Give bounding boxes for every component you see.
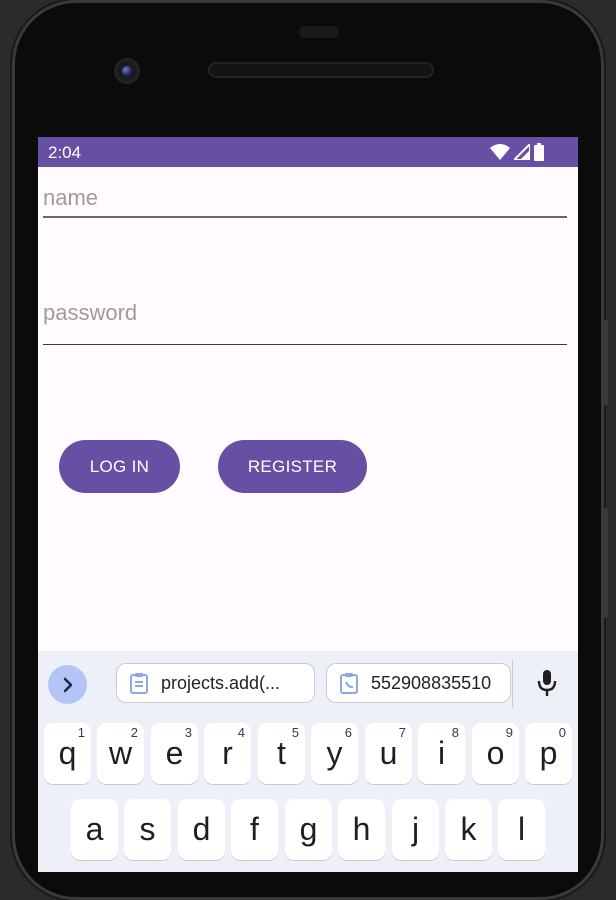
key-g[interactable]: g bbox=[285, 799, 332, 860]
voice-input-button[interactable] bbox=[535, 669, 559, 702]
name-field[interactable] bbox=[43, 185, 567, 218]
key-q-label: q bbox=[58, 735, 77, 771]
key-s-label: s bbox=[139, 811, 156, 847]
key-h-label: h bbox=[352, 811, 371, 847]
key-j[interactable]: j bbox=[392, 799, 439, 860]
speaker-grille bbox=[208, 62, 434, 78]
status-time: 2:04 bbox=[48, 143, 82, 162]
key-d-label: d bbox=[192, 811, 211, 847]
key-o-label: o bbox=[486, 735, 505, 771]
clipboard-chip-1[interactable]: projects.add(... bbox=[116, 663, 315, 703]
login-button[interactable]: LOG IN bbox=[59, 440, 180, 493]
status-icons bbox=[490, 143, 544, 161]
key-a-label: a bbox=[85, 811, 104, 847]
login-button-label: LOG IN bbox=[89, 456, 150, 476]
key-w[interactable]: w2 bbox=[97, 723, 144, 784]
key-w-hint: 2 bbox=[130, 725, 138, 740]
key-s[interactable]: s bbox=[124, 799, 171, 860]
key-f-label: f bbox=[250, 811, 259, 847]
register-button-label: REGISTER bbox=[247, 456, 338, 476]
key-i[interactable]: i8 bbox=[418, 723, 465, 784]
key-q[interactable]: q1 bbox=[44, 723, 91, 784]
keyboard-suggestion-bar: projects.add(... 552908835510 bbox=[38, 651, 578, 715]
key-f[interactable]: f bbox=[231, 799, 278, 860]
clipboard-chip-1-text: projects.add(... bbox=[161, 672, 281, 693]
name-input[interactable] bbox=[43, 185, 567, 211]
key-p[interactable]: p0 bbox=[525, 723, 572, 784]
key-k-label: k bbox=[460, 811, 477, 847]
key-h[interactable]: h bbox=[338, 799, 385, 860]
mic-icon bbox=[537, 670, 557, 696]
key-q-hint: 1 bbox=[77, 725, 85, 740]
wifi-icon bbox=[490, 144, 510, 160]
cell-signal-icon bbox=[514, 144, 530, 160]
key-t-hint: 5 bbox=[291, 725, 299, 740]
key-a[interactable]: a bbox=[71, 799, 118, 860]
clipboard-chip-2[interactable]: 552908835510 bbox=[326, 663, 511, 703]
key-y-label: y bbox=[326, 735, 343, 771]
clipboard-paste-icon bbox=[340, 673, 358, 694]
key-e-label: e bbox=[165, 735, 184, 771]
key-w-label: w bbox=[108, 735, 133, 771]
key-e[interactable]: e3 bbox=[151, 723, 198, 784]
register-button[interactable]: REGISTER bbox=[218, 440, 367, 493]
keyboard-expand-button[interactable] bbox=[48, 665, 87, 704]
key-j-label: j bbox=[411, 811, 420, 847]
key-o[interactable]: o9 bbox=[472, 723, 519, 784]
key-i-hint: 8 bbox=[451, 725, 459, 740]
key-d[interactable]: d bbox=[178, 799, 225, 860]
password-field[interactable] bbox=[43, 300, 567, 345]
key-p-label: p bbox=[539, 735, 558, 771]
key-i-label: i bbox=[437, 735, 446, 771]
earpiece-slit bbox=[299, 26, 339, 38]
power-button bbox=[602, 508, 608, 618]
key-r-label: r bbox=[222, 735, 233, 771]
soft-keyboard: projects.add(... 552908835510 q 1 w 2 e … bbox=[38, 651, 578, 872]
key-r[interactable]: r4 bbox=[204, 723, 251, 784]
password-underline bbox=[43, 344, 567, 345]
app-screen: 2:04 LOG IN REGISTER bbox=[38, 137, 578, 872]
password-input[interactable] bbox=[43, 300, 567, 326]
key-u-label: u bbox=[379, 735, 398, 771]
key-u[interactable]: u7 bbox=[365, 723, 412, 784]
name-underline bbox=[43, 216, 567, 218]
key-l[interactable]: l bbox=[498, 799, 545, 860]
battery-icon bbox=[534, 143, 544, 161]
key-r-hint: 4 bbox=[237, 725, 245, 740]
volume-button bbox=[602, 320, 608, 406]
key-l-label: l bbox=[517, 811, 526, 847]
key-o-hint: 9 bbox=[505, 725, 513, 740]
clipboard-chip-2-text: 552908835510 bbox=[371, 672, 492, 693]
suggestion-divider bbox=[512, 659, 513, 707]
key-t[interactable]: t5 bbox=[258, 723, 305, 784]
chevron-right-icon bbox=[63, 677, 72, 692]
key-g-label: g bbox=[299, 811, 318, 847]
key-t-label: t bbox=[277, 735, 286, 771]
front-camera bbox=[114, 58, 140, 84]
key-y-hint: 6 bbox=[344, 725, 352, 740]
clipboard-icon bbox=[130, 673, 148, 694]
status-bar: 2:04 bbox=[38, 137, 578, 167]
key-e-hint: 3 bbox=[184, 725, 192, 740]
key-y[interactable]: y6 bbox=[311, 723, 358, 784]
key-u-hint: 7 bbox=[398, 725, 406, 740]
key-k[interactable]: k bbox=[445, 799, 492, 860]
key-p-hint: 0 bbox=[558, 725, 566, 740]
